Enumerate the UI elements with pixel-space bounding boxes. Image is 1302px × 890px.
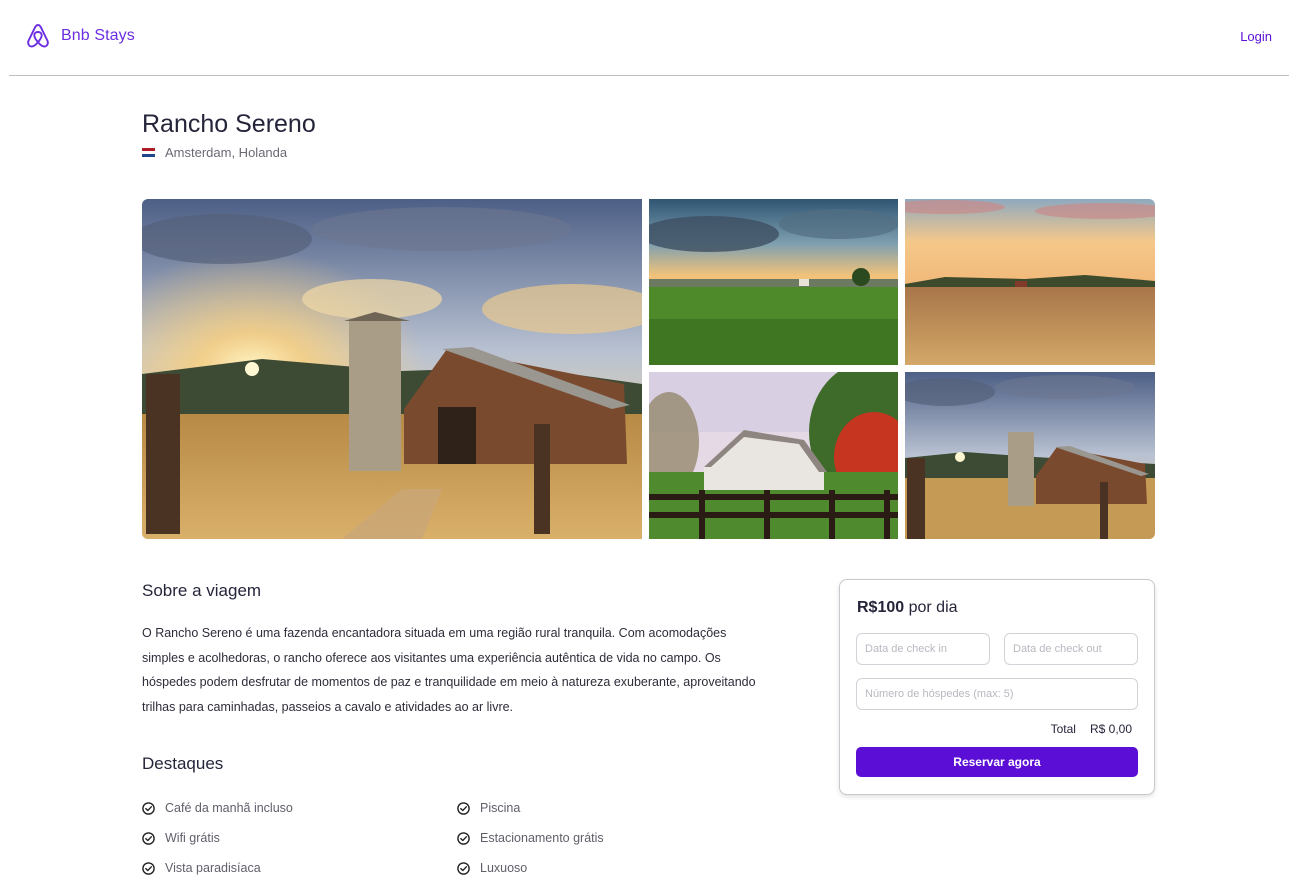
- highlight-label: Luxuoso: [480, 861, 528, 875]
- location-label: Amsterdam, Holanda: [165, 145, 288, 160]
- gallery-photo-5[interactable]: [905, 372, 1155, 539]
- brand-name: Bnb Stays: [61, 27, 135, 44]
- total-label: Total: [1050, 722, 1076, 736]
- airbnb-logo-icon: [27, 24, 49, 48]
- price-per-day: R$100 por dia: [857, 599, 958, 617]
- price-unit: por dia: [908, 599, 958, 616]
- brand-logo[interactable]: Bnb Stays: [24, 22, 135, 50]
- total-row: Total R$ 0,00: [1051, 722, 1132, 736]
- photo-gallery: [142, 199, 1155, 539]
- check-circle-icon: [142, 831, 155, 845]
- highlights-list: Café da manhã incluso Piscina Wifi gráti…: [142, 799, 742, 877]
- check-circle-icon: [457, 801, 470, 815]
- gallery-photo-4[interactable]: [649, 372, 898, 539]
- highlight-item: Vista paradisíaca: [142, 859, 457, 877]
- check-circle-icon: [457, 831, 470, 845]
- highlight-label: Wifi grátis: [165, 831, 220, 845]
- highlight-label: Estacionamento grátis: [480, 831, 604, 845]
- gallery-photo-2[interactable]: [649, 199, 898, 365]
- highlight-item: Wifi grátis: [142, 829, 457, 847]
- booking-card: R$100 por dia Total R$ 0,00 Reservar ago…: [839, 579, 1155, 795]
- total-value: R$ 0,00: [1089, 722, 1132, 736]
- flag-stripe-blue: [142, 154, 155, 158]
- checkout-date-input[interactable]: [1004, 633, 1138, 665]
- gallery-photo-3[interactable]: [905, 199, 1155, 365]
- gallery-photo-main[interactable]: [142, 199, 642, 539]
- highlight-item: Estacionamento grátis: [457, 829, 742, 847]
- login-link[interactable]: Login: [1240, 29, 1272, 44]
- price-value: R$100: [857, 599, 905, 616]
- top-navbar: Bnb Stays Login: [0, 0, 1302, 76]
- listing-title: Rancho Sereno: [142, 110, 316, 138]
- listing-location: Amsterdam, Holanda: [142, 145, 287, 160]
- highlight-item: Café da manhã incluso: [142, 799, 457, 817]
- book-now-button[interactable]: Reservar agora: [856, 747, 1138, 777]
- highlight-label: Piscina: [480, 801, 521, 815]
- highlight-label: Café da manhã incluso: [165, 801, 293, 815]
- highlights-title: Destaques: [142, 754, 224, 773]
- highlight-label: Vista paradisíaca: [165, 861, 261, 875]
- about-description: O Rancho Sereno é uma fazenda encantador…: [142, 626, 756, 714]
- about-title: Sobre a viagem: [142, 581, 262, 600]
- checkin-date-input[interactable]: [856, 633, 990, 665]
- check-circle-icon: [142, 801, 155, 815]
- header-divider: [9, 75, 1289, 76]
- check-circle-icon: [457, 861, 470, 875]
- netherlands-flag-icon: [142, 147, 155, 158]
- highlight-item: Luxuoso: [457, 859, 742, 877]
- highlight-item: Piscina: [457, 799, 742, 817]
- check-circle-icon: [142, 861, 155, 875]
- guests-input[interactable]: [856, 678, 1138, 710]
